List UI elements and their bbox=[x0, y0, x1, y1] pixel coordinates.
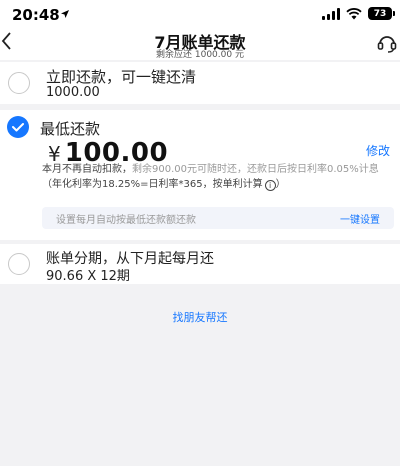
desc-part3: （年化利率为18.25%=日利率*365，按单利计算 bbox=[42, 179, 263, 190]
remaining-amount-subtitle: 剩余应还 1000.00 元 bbox=[156, 50, 244, 60]
option-title: 最低还款 bbox=[40, 120, 101, 138]
friend-help-pay-link[interactable]: 找朋友帮还 bbox=[0, 309, 400, 325]
customer-service-icon[interactable] bbox=[376, 32, 398, 54]
desc-close-paren: ） bbox=[275, 179, 286, 190]
auto-setting-text: 设置每月自动按最低还款额还款 bbox=[56, 215, 196, 226]
status-bar: 20:48 73 bbox=[0, 0, 400, 28]
radio-installment[interactable] bbox=[8, 253, 30, 275]
status-time: 20:48 bbox=[12, 6, 60, 24]
modify-button[interactable]: 修改 bbox=[366, 142, 390, 159]
cellular-signal-icon bbox=[322, 7, 340, 20]
option-pay-now[interactable]: 立即还款，可一键还清 1000.00 bbox=[0, 62, 400, 104]
option-amount: 1000.00 bbox=[46, 85, 100, 100]
wifi-icon bbox=[346, 7, 362, 19]
nav-bar: 7月账单还款 剩余应还 1000.00 元 bbox=[0, 28, 400, 60]
location-arrow-icon bbox=[61, 10, 69, 18]
desc-part1: 本月不再自动扣款， bbox=[42, 164, 132, 175]
info-icon[interactable]: i bbox=[264, 180, 276, 191]
desc-part2: 剩余900.00元可随时还，还款日后按日利率0.05%计息 bbox=[132, 164, 379, 175]
radio-minimum-payment[interactable] bbox=[7, 116, 29, 138]
minimum-payment-description: 本月不再自动扣款，剩余900.00元可随时还，还款日后按日利率0.05%计息 （年… bbox=[42, 162, 392, 192]
status-indicators: 73 bbox=[322, 7, 395, 20]
option-amount: 90.66 X 12期 bbox=[46, 269, 130, 284]
option-installment[interactable]: 账单分期，从下月起每月还 90.66 X 12期 bbox=[0, 244, 400, 284]
radio-pay-now[interactable] bbox=[8, 72, 30, 94]
auto-payment-setting: 设置每月自动按最低还款额还款 一键设置 bbox=[42, 207, 394, 229]
battery-icon: 73 bbox=[368, 7, 395, 20]
checkmark-icon bbox=[12, 123, 24, 132]
one-click-setup-button[interactable]: 一键设置 bbox=[340, 211, 380, 226]
option-title: 立即还款，可一键还清 bbox=[46, 68, 197, 86]
